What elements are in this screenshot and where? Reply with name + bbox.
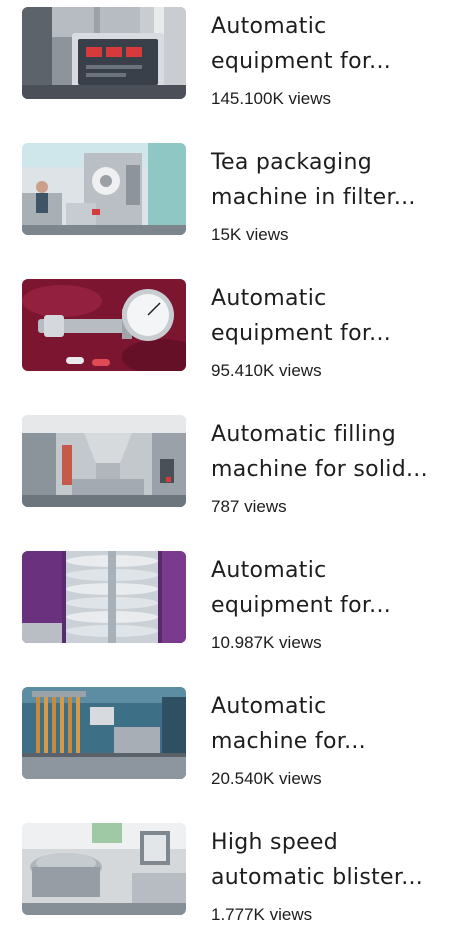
video-title-line: equipment for... [211, 593, 392, 618]
video-title-line: Automatic filling [211, 422, 397, 447]
thumb-filling-machine [22, 415, 186, 507]
video-title[interactable]: Automatic machine for... [211, 689, 456, 759]
video-item[interactable]: Tea packaging machine in filter... 15K v… [0, 143, 463, 263]
video-title-line: Automatic [211, 286, 327, 311]
video-title[interactable]: Automatic equipment for... [211, 9, 456, 79]
video-title[interactable]: Automatic equipment for... [211, 553, 456, 623]
video-list: Automatic equipment for... 145.100K view… [0, 0, 463, 927]
video-thumbnail[interactable] [22, 143, 186, 235]
video-title[interactable]: Automatic filling machine for solid... [211, 417, 456, 487]
video-item[interactable]: High speed automatic blister... 1.777K v… [0, 823, 463, 943]
video-thumbnail[interactable] [22, 823, 186, 915]
thumb-lab-controller [22, 7, 186, 99]
video-thumbnail[interactable] [22, 279, 186, 371]
video-title-line: Tea packaging [211, 150, 372, 175]
video-thumbnail[interactable] [22, 551, 186, 643]
thumb-tea-packaging-machine [22, 143, 186, 235]
video-item[interactable]: Automatic equipment for... 10.987K views [0, 551, 463, 671]
thumb-capsule-spiral [22, 551, 186, 643]
view-count: 95.410K views [211, 361, 322, 380]
view-count: 10.987K views [211, 633, 322, 652]
video-title-line: machine for solid... [211, 457, 428, 482]
view-count: 145.100K views [211, 89, 332, 108]
view-count: 15K views [211, 225, 289, 244]
view-count: 20.540K views [211, 769, 322, 788]
video-title[interactable]: Automatic equipment for... [211, 281, 456, 351]
video-item[interactable]: Automatic machine for... 20.540K views [0, 687, 463, 807]
video-item[interactable]: Automatic equipment for... 95.410K views [0, 279, 463, 399]
video-thumbnail[interactable] [22, 415, 186, 507]
video-title-line: Automatic [211, 694, 327, 719]
thumb-tube-filling-machine [22, 687, 186, 779]
video-title[interactable]: Tea packaging machine in filter... [211, 145, 456, 215]
video-title[interactable]: High speed automatic blister... [211, 825, 456, 895]
video-title-line: Automatic [211, 14, 327, 39]
video-item[interactable]: Automatic filling machine for solid... 7… [0, 415, 463, 535]
thumb-capsule-dial-gauge [22, 279, 186, 371]
video-title-line: machine for... [211, 729, 366, 754]
video-title-line: equipment for... [211, 49, 392, 74]
view-count: 787 views [211, 497, 287, 516]
video-item[interactable]: Automatic equipment for... 145.100K view… [0, 7, 463, 127]
video-title-line: equipment for... [211, 321, 392, 346]
video-thumbnail[interactable] [22, 7, 186, 99]
video-title-line: Automatic [211, 558, 327, 583]
view-count: 1.777K views [211, 905, 313, 924]
video-title-line: automatic blister... [211, 865, 424, 890]
thumb-blister-machine [22, 823, 186, 915]
video-title-line: High speed [211, 830, 339, 855]
video-title-line: machine in filter... [211, 185, 416, 210]
video-thumbnail[interactable] [22, 687, 186, 779]
